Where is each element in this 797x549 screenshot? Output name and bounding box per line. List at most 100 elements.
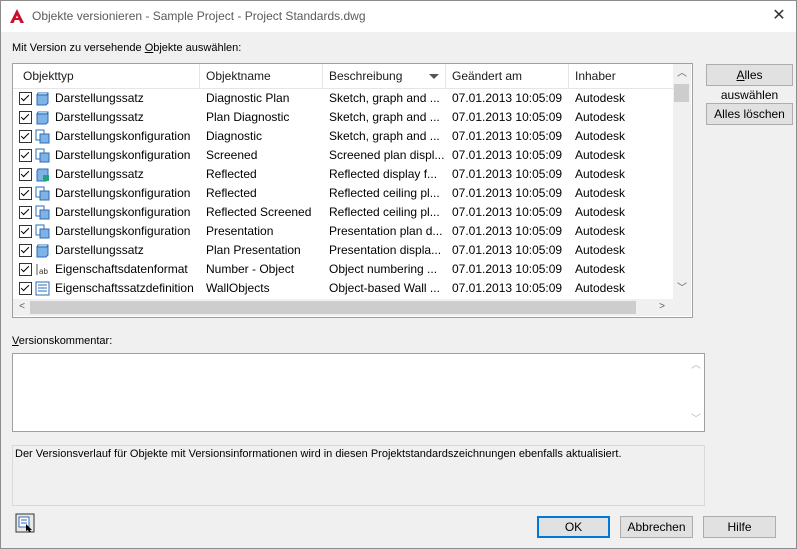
cell-owner: Autodesk [575, 110, 626, 124]
cell-description: Reflected ceiling pl... [329, 205, 440, 219]
cell-changed: 07.01.2013 10:05:09 [452, 205, 563, 219]
cancel-button[interactable]: Abbrechen [620, 516, 693, 538]
table-row[interactable]: Darstellungskonfiguration Presentation Pre… [13, 222, 673, 241]
cell-name: Plan Presentation [206, 243, 301, 257]
cell-description: Reflected ceiling pl... [329, 186, 440, 200]
property-set-definition-icon [35, 281, 50, 296]
column-header-name[interactable]: Objektname [200, 64, 323, 88]
ok-button[interactable]: OK [537, 516, 610, 538]
table-row[interactable]: Darstellungssatz Diagnostic Plan Sketch, g… [13, 89, 673, 108]
table-row[interactable]: Darstellungskonfiguration Diagnostic Sketc… [13, 127, 673, 146]
autocad-logo-icon [10, 9, 24, 23]
list-rows: Darstellungssatz Diagnostic Plan Sketch, g… [13, 89, 673, 298]
cell-name: Diagnostic [206, 129, 263, 143]
cell-name: Reflected [206, 167, 257, 181]
version-comment-textarea[interactable]: ︿ ﹀ [12, 353, 705, 432]
scrollbar-corner [673, 299, 691, 316]
cell-changed: 07.01.2013 10:05:09 [452, 281, 563, 295]
cell-name: Screened [206, 148, 258, 162]
table-row[interactable]: Darstellungssatz Plan Presentation Present… [13, 241, 673, 260]
cell-changed: 07.01.2013 10:05:09 [452, 110, 563, 124]
cell-changed: 07.01.2013 10:05:09 [452, 243, 563, 257]
cell-type: Darstellungskonfiguration [55, 205, 191, 219]
cell-description: Screened plan displ... [329, 148, 445, 162]
project-standards-icon[interactable] [15, 513, 35, 533]
table-row[interactable]: Darstellungskonfiguration Reflected Scree… [13, 203, 673, 222]
cell-name: Reflected [206, 186, 257, 200]
cell-owner: Autodesk [575, 167, 626, 181]
cell-description: Presentation plan d... [329, 224, 443, 238]
comment-label-mnemonic: V [12, 335, 19, 347]
row-checkbox[interactable] [19, 111, 32, 124]
column-header-owner[interactable]: Inhaber [569, 64, 673, 88]
help-button[interactable]: Hilfe [703, 516, 776, 538]
column-header-type[interactable]: Objekttyp [13, 64, 200, 88]
sort-descending-icon [429, 74, 439, 79]
select-label-part2: bjekte auswählen: [153, 42, 242, 54]
scroll-right-icon[interactable]: > [655, 301, 669, 313]
cell-description: Object numbering ... [329, 262, 438, 276]
row-checkbox[interactable] [19, 206, 32, 219]
cell-type: Eigenschaftsdatenformat [55, 262, 188, 276]
row-checkbox[interactable] [19, 225, 32, 238]
column-header-changed[interactable]: Geändert am [446, 64, 569, 88]
table-row[interactable]: ab Eigenschaftsdatenformat Number - Object… [13, 260, 673, 279]
cell-changed: 07.01.2013 10:05:09 [452, 148, 563, 162]
horizontal-scrollbar[interactable]: < > [13, 299, 673, 316]
cell-type: Darstellungskonfiguration [55, 186, 191, 200]
select-all-mnemonic: A [736, 68, 745, 82]
cell-name: WallObjects [206, 281, 270, 295]
scroll-up-icon[interactable]: ︿ [675, 68, 689, 80]
clear-all-button[interactable]: Alles löschen [706, 103, 793, 125]
cell-description: Presentation displa... [329, 243, 442, 257]
table-row[interactable]: Darstellungssatz Reflected Reflected displ… [13, 165, 673, 184]
column-header-description-label: Beschreibung [329, 69, 403, 83]
cell-owner: Autodesk [575, 205, 626, 219]
cell-owner: Autodesk [575, 186, 626, 200]
vertical-scrollbar[interactable]: ︿ ﹀ [673, 64, 691, 299]
row-checkbox[interactable] [19, 244, 32, 257]
select-label-part1: Mit Version zu versehende [12, 42, 145, 54]
row-checkbox[interactable] [19, 149, 32, 162]
scroll-left-icon[interactable]: < [15, 301, 29, 313]
display-config-icon [35, 148, 50, 163]
close-icon[interactable]: ✕ [770, 7, 788, 25]
select-all-button[interactable]: Alles auswählen [706, 64, 793, 102]
row-checkbox[interactable] [19, 187, 32, 200]
comment-scroll-down-icon[interactable]: ﹀ [689, 414, 703, 426]
row-checkbox[interactable] [19, 263, 32, 276]
cell-name: Reflected Screened [206, 205, 312, 219]
cell-description: Sketch, graph and ... [329, 110, 440, 124]
cell-changed: 07.01.2013 10:05:09 [452, 224, 563, 238]
row-checkbox[interactable] [19, 168, 32, 181]
display-set-icon [35, 243, 50, 258]
cell-changed: 07.01.2013 10:05:09 [452, 167, 563, 181]
list-header: Objekttyp Objektname Beschreibung Geände… [13, 64, 673, 89]
row-checkbox[interactable] [19, 282, 32, 295]
cell-owner: Autodesk [575, 243, 626, 257]
cell-description: Sketch, graph and ... [329, 129, 440, 143]
vertical-scroll-thumb[interactable] [674, 84, 689, 102]
row-checkbox[interactable] [19, 92, 32, 105]
scroll-down-icon[interactable]: ﹀ [675, 283, 689, 295]
cell-changed: 07.01.2013 10:05:09 [452, 186, 563, 200]
cell-name: Presentation [206, 224, 274, 238]
cell-name: Number - Object [206, 262, 295, 276]
comment-label-rest: ersionskommentar: [18, 335, 113, 347]
display-config-icon [35, 129, 50, 144]
cell-owner: Autodesk [575, 129, 626, 143]
comment-scroll-up-icon[interactable]: ︿ [689, 360, 703, 372]
row-checkbox[interactable] [19, 130, 32, 143]
table-row[interactable]: Darstellungskonfiguration Screened Screene… [13, 146, 673, 165]
horizontal-scroll-thumb[interactable] [30, 301, 636, 314]
table-row[interactable]: Darstellungssatz Plan Diagnostic Sketch, g… [13, 108, 673, 127]
table-row[interactable]: Darstellungskonfiguration Reflected Reflec… [13, 184, 673, 203]
objects-list[interactable]: Objekttyp Objektname Beschreibung Geände… [12, 63, 693, 318]
column-header-description[interactable]: Beschreibung [323, 64, 446, 88]
table-row[interactable]: Eigenschaftssatzdefinition WallObjects Obj… [13, 279, 673, 298]
property-format-icon: ab [35, 262, 50, 277]
cell-type: Darstellungssatz [55, 110, 144, 124]
cell-name: Diagnostic Plan [206, 91, 290, 105]
display-config-icon [35, 205, 50, 220]
dialog-window: Objekte versionieren - Sample Project - … [0, 0, 797, 549]
